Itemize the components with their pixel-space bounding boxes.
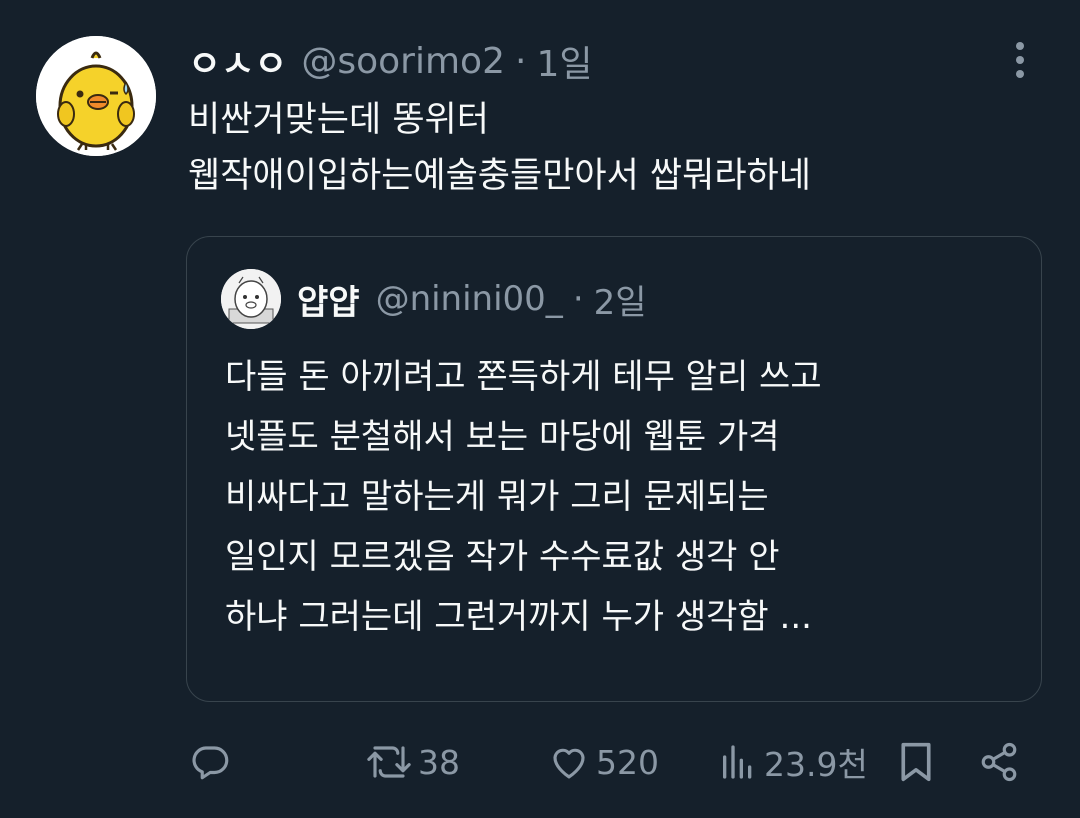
retweet-count: 38 bbox=[418, 742, 460, 782]
views-button[interactable]: 23.9천 bbox=[718, 734, 868, 790]
more-options-button[interactable] bbox=[1004, 38, 1036, 82]
tweet-text-line: 웹작애이입하는예술충들만아서 쌉뭐라하네 bbox=[188, 156, 811, 196]
quoted-text-line: 비싸다고 말하는게 뭐가 그리 문제되는 bbox=[225, 477, 769, 517]
quoted-text-line: 하냐 그러는데 그런거까지 누가 생각함 ... bbox=[225, 597, 812, 637]
separator-dot: · bbox=[572, 279, 584, 319]
sketch-avatar-icon bbox=[221, 269, 281, 329]
tweet-text: 비싼거맞는데 똥위터 웹작애이입하는예술충들만아서 쌉뭐라하네 bbox=[188, 92, 1048, 204]
views-icon bbox=[723, 745, 752, 779]
user-handle[interactable]: @soorimo2 bbox=[301, 41, 505, 82]
quoted-user-handle[interactable]: @ninini00_ bbox=[376, 279, 563, 319]
quoted-text-line: 넷플도 분철해서 보는 마당에 웹툰 가격 bbox=[225, 417, 780, 457]
chick-avatar-icon bbox=[36, 36, 156, 156]
retweet-icon bbox=[367, 746, 411, 778]
quoted-user-avatar[interactable] bbox=[221, 269, 281, 329]
share-icon bbox=[981, 742, 1017, 782]
share-button[interactable] bbox=[978, 734, 1020, 790]
quoted-display-name[interactable]: 얍얍 bbox=[297, 275, 360, 324]
tweet: ㅇㅅㅇ @soorimo2 · 1일 비싼거맞는데 똥위터 웹작애이입하는예술충… bbox=[0, 0, 1080, 818]
quoted-tweet[interactable]: 얍얍 @ninini00_ · 2일 다들 돈 아끼려고 쫀득하게 테무 알리 … bbox=[186, 236, 1042, 702]
views-count: 23.9천 bbox=[764, 745, 868, 784]
quoted-text-line: 다들 돈 아끼려고 쫀득하게 테무 알리 쓰고 bbox=[225, 357, 822, 397]
quoted-tweet-header: 얍얍 @ninini00_ · 2일 bbox=[297, 273, 647, 325]
user-avatar[interactable] bbox=[36, 36, 156, 156]
reply-button[interactable] bbox=[190, 734, 232, 790]
tweet-action-bar: 38 520 23.9천 bbox=[0, 734, 1080, 790]
tweet-text-line: 비싼거맞는데 똥위터 bbox=[188, 100, 489, 140]
tweet-header: ㅇㅅㅇ @soorimo2 · 1일 bbox=[188, 36, 592, 86]
like-button[interactable]: 520 bbox=[548, 734, 659, 790]
bookmark-icon bbox=[901, 742, 931, 782]
quoted-tweet-text: 다들 돈 아끼려고 쫀득하게 테무 알리 쓰고 넷플도 분철해서 보는 마당에 … bbox=[225, 347, 1025, 647]
quoted-text-line: 일인지 모르겠음 작가 수수료값 생각 안 bbox=[225, 537, 780, 577]
like-count: 520 bbox=[596, 742, 659, 782]
quoted-tweet-timestamp[interactable]: 2일 bbox=[594, 275, 647, 324]
more-vertical-icon bbox=[1016, 42, 1024, 78]
bookmark-button[interactable] bbox=[896, 734, 936, 790]
reply-icon bbox=[192, 746, 229, 780]
retweet-button[interactable]: 38 bbox=[366, 734, 460, 790]
separator-dot: · bbox=[514, 40, 527, 82]
display-name[interactable]: ㅇㅅㅇ bbox=[188, 35, 287, 87]
heart-icon bbox=[553, 748, 585, 779]
tweet-timestamp[interactable]: 1일 bbox=[536, 35, 592, 87]
